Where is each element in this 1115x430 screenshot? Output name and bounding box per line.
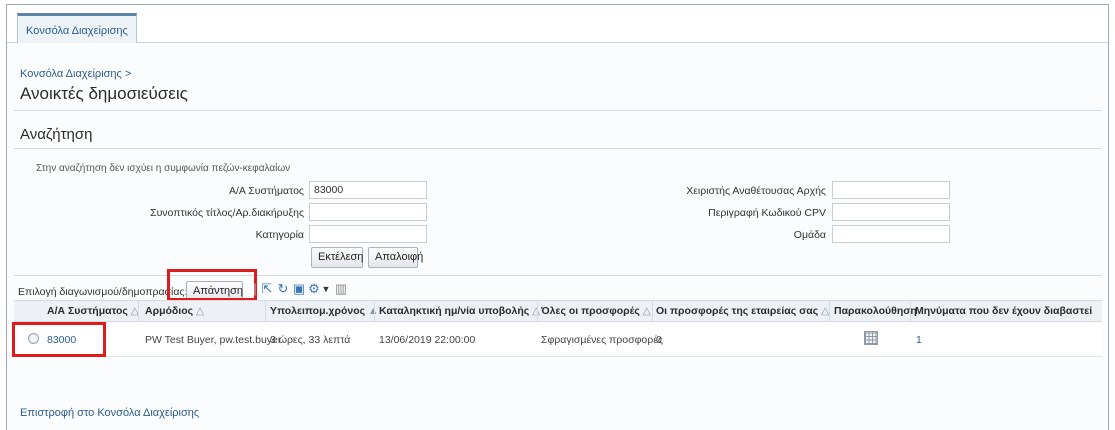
select-auction-label: Επιλογή διαγωνισμού/δημοπρασίας:	[18, 286, 188, 298]
category-input[interactable]	[309, 225, 427, 243]
tab-admin-console[interactable]: Κονσόλα Διαχείρισης	[17, 13, 137, 44]
system-no-highlight	[12, 322, 106, 357]
group-input[interactable]	[832, 225, 950, 243]
search-section-title: Αναζήτηση	[20, 126, 93, 143]
col-all-offers[interactable]: Όλες οι προσφορές △	[541, 305, 651, 317]
all-offers-cell: Σφραγισμένες προσφορές	[541, 334, 663, 346]
unread-link[interactable]: 1	[916, 334, 922, 346]
system-no-input[interactable]	[309, 181, 427, 199]
export-icon[interactable]: ⇱	[260, 281, 274, 297]
cpv-input[interactable]	[832, 203, 950, 221]
group-label: Ομάδα	[793, 229, 826, 241]
col-remaining[interactable]: Υπολειπομ.χρόνος ▲	[270, 305, 378, 317]
col-system-no[interactable]: Α/Α Συστήματος △	[47, 305, 139, 317]
handler-label: Χειριστής Αναθέτουσας Αρχής	[686, 185, 826, 197]
cpv-label: Περιγραφή Κωδικού CPV	[708, 207, 826, 219]
col-your-offers[interactable]: Οι προσφορές της εταιρείας σας △	[656, 305, 829, 317]
clear-button[interactable]: Απαλοιφή	[368, 247, 423, 268]
short-title-label: Συνοπτικός τίτλος/Αρ.διακήρυξης	[150, 207, 304, 219]
breadcrumb[interactable]: Κονσόλα Διαχείρισης >	[20, 68, 131, 80]
col-owner[interactable]: Αρμόδιος △	[145, 305, 204, 317]
col-unread: Μηνύματα που δεν έχουν διαβαστεί	[915, 305, 1093, 317]
search-hint: Στην αναζήτηση δεν ισχύει η συμφωνία πεζ…	[36, 163, 291, 174]
detach-icon[interactable]: ▣	[292, 281, 306, 297]
your-offers-cell: 0	[656, 334, 662, 346]
toolbar-separator: |	[253, 281, 257, 296]
page-title: Ανοικτές δημοσιεύσεις	[20, 84, 188, 103]
category-label: Κατηγορία	[255, 229, 304, 241]
owner-cell: PW Test Buyer, pw.test.buyer	[145, 334, 282, 346]
col-deadline[interactable]: Καταληκτική ημ/νία υποβολής △	[379, 305, 540, 317]
tab-bar: Κονσόλα Διαχείρισης	[7, 5, 1108, 44]
title-divider	[14, 110, 1102, 111]
refresh-icon[interactable]: ↻	[276, 281, 290, 297]
return-link[interactable]: Επιστροφή στο Κονσόλα Διαχείρισης	[20, 407, 199, 419]
monitor-grid-icon[interactable]	[864, 331, 878, 345]
remaining-cell: 3 ώρες, 33 λεπτά	[270, 334, 351, 346]
short-title-input[interactable]	[309, 203, 427, 221]
system-no-label: Α/Α Συστήματος	[229, 185, 304, 197]
execute-button[interactable]: Εκτέλεση	[311, 247, 363, 268]
search-divider	[14, 148, 1102, 149]
columns-icon[interactable]: ▥	[334, 281, 348, 297]
deadline-cell: 13/06/2019 22:00:00	[379, 334, 476, 346]
col-monitoring: Παρακολούθηση	[834, 305, 917, 317]
chevron-down-icon[interactable]: ▼	[319, 281, 333, 297]
reply-highlight	[167, 269, 257, 301]
handler-input[interactable]	[832, 181, 950, 199]
